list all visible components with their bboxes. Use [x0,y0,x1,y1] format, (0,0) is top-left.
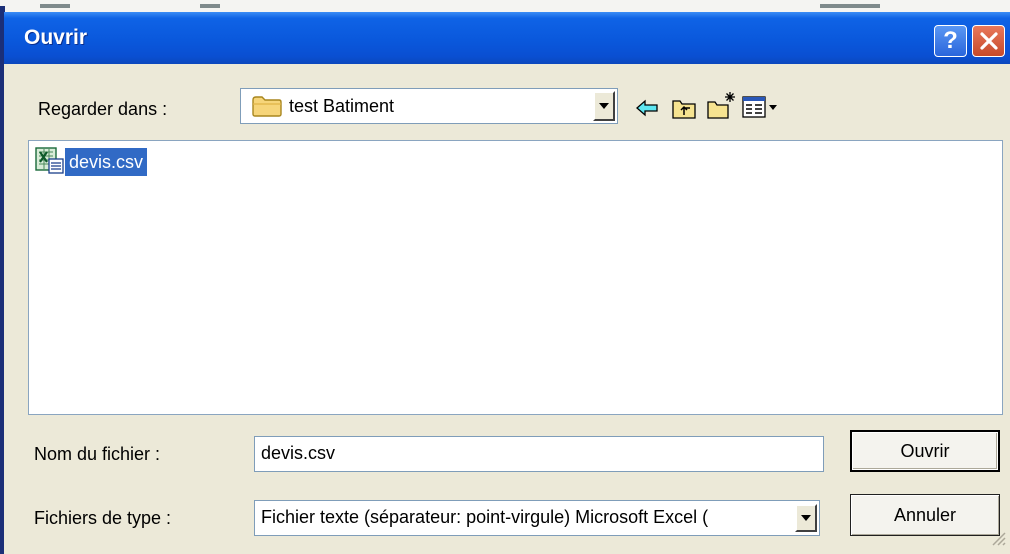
close-button[interactable] [972,25,1005,57]
folder-icon [251,95,283,122]
up-folder-icon[interactable] [671,96,697,125]
background-fragment [820,4,880,8]
back-arrow-icon[interactable] [636,99,658,122]
open-button[interactable]: Ouvrir [850,430,1000,472]
filetype-dropdown-button[interactable] [795,504,817,532]
filetype-select[interactable]: Fichier texte (séparateur: point-virgule… [254,500,820,536]
look-in-dropdown[interactable]: test Batiment [240,88,618,124]
chevron-down-icon [599,103,609,109]
look-in-dropdown-button[interactable] [593,91,615,121]
view-menu-icon[interactable] [742,95,780,124]
window-title: Ouvrir [24,26,88,49]
resize-grip-icon[interactable] [988,528,1006,551]
filename-input[interactable]: devis.csv [254,436,824,472]
background-fragment [40,4,70,8]
filename-value: devis.csv [261,443,336,463]
filetype-label: Fichiers de type : [34,508,172,528]
open-dialog: Ouvrir ? Regarder dans : test Batiment d… [4,12,1010,554]
look-in-label: Regarder dans : [38,99,168,119]
new-folder-icon[interactable] [706,90,736,125]
title-bar[interactable]: Ouvrir ? [4,12,1010,64]
excel-file-icon [35,147,65,180]
file-name: devis.csv [65,148,148,176]
close-icon [979,32,998,50]
background-fragment [200,4,220,8]
chevron-down-icon [801,515,811,521]
filename-label: Nom du fichier : [34,444,161,464]
filetype-value: Fichier texte (séparateur: point-virgule… [261,507,709,527]
cancel-button[interactable]: Annuler [850,494,1000,536]
look-in-value: test Batiment [289,96,395,116]
help-button[interactable]: ? [934,25,967,57]
file-list[interactable]: devis.csv [28,140,1003,415]
